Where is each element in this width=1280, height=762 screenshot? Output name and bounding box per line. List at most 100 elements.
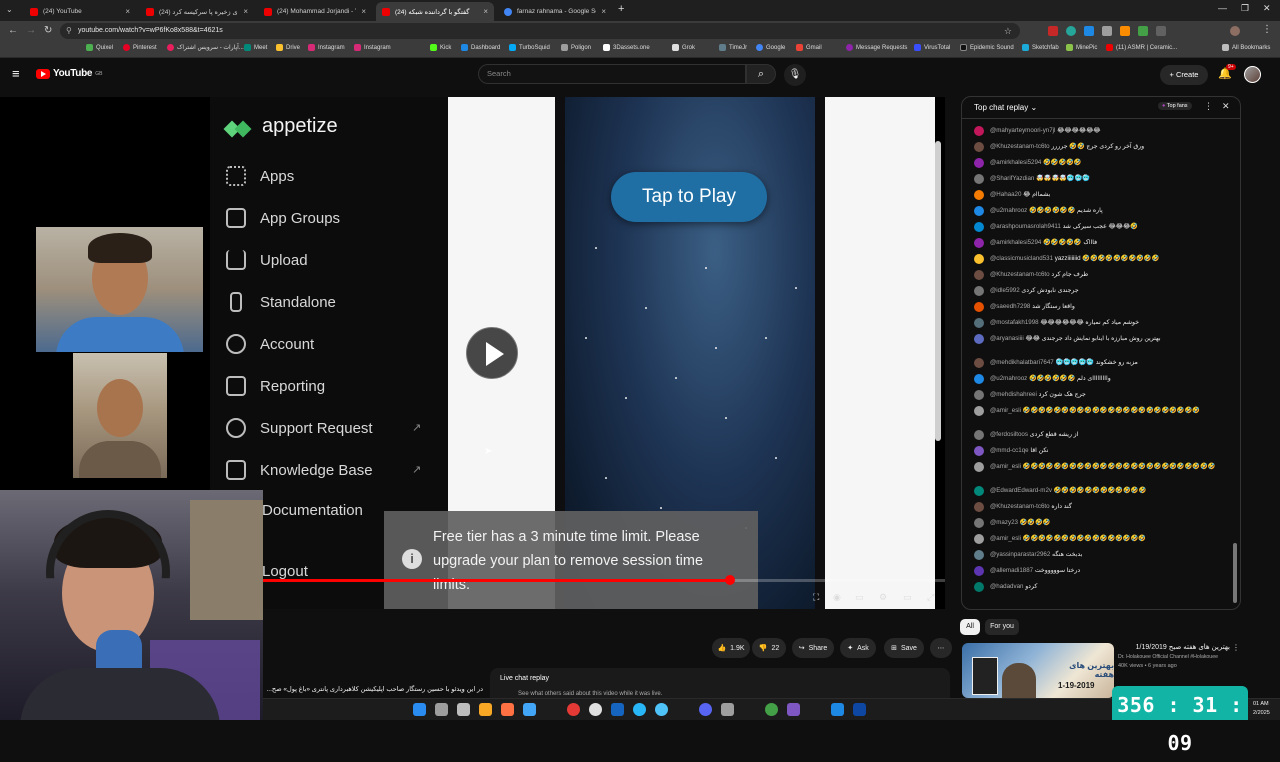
- bookmark-dashboard[interactable]: Dashboard: [461, 44, 500, 51]
- extension-red-icon[interactable]: [1048, 26, 1058, 36]
- extension-blue-icon[interactable]: [1084, 26, 1094, 36]
- chat-author[interactable]: @ferdosiltoos: [990, 431, 1030, 438]
- bookmark-meet[interactable]: Meet: [244, 44, 267, 51]
- chat-author[interactable]: @amir_esli: [990, 407, 1023, 414]
- bookmark-drive[interactable]: Drive: [276, 44, 300, 51]
- chapters-icon[interactable]: ⛶: [813, 592, 819, 603]
- voice-search-button[interactable]: 🎙: [784, 64, 806, 86]
- close-tab-icon[interactable]: ×: [483, 7, 488, 16]
- dislike-button[interactable]: 👎 22: [752, 638, 786, 658]
- save-button[interactable]: ⊞ Save: [884, 638, 924, 658]
- chat-avatar[interactable]: [974, 565, 984, 576]
- reload-icon[interactable]: ↻: [44, 25, 52, 36]
- filter-chip-all[interactable]: All: [960, 619, 980, 635]
- appetize-menu-logout[interactable]: Logout: [262, 563, 308, 580]
- close-window-icon[interactable]: ✕: [1263, 3, 1271, 14]
- chat-author[interactable]: @aryanasiiii: [990, 335, 1026, 342]
- chat-more-icon[interactable]: ⋮: [1204, 101, 1213, 112]
- chat-author[interactable]: @mazy23: [990, 519, 1020, 526]
- appetize-menu-knowledge-base[interactable]: Knowledge Base: [226, 460, 373, 480]
- bookmark-instagram-1[interactable]: Instagram: [308, 44, 345, 51]
- chat-avatar[interactable]: [974, 205, 984, 216]
- task-view-icon[interactable]: [435, 703, 448, 716]
- chat-author[interactable]: @amir_esli: [990, 463, 1023, 470]
- subtitles-icon[interactable]: ▭: [855, 592, 864, 603]
- file-explorer-icon[interactable]: [479, 703, 492, 716]
- chat-avatar[interactable]: [974, 429, 984, 440]
- xbox-icon[interactable]: [765, 703, 778, 716]
- close-tab-icon[interactable]: ×: [125, 7, 130, 16]
- recommended-video-thumbnail[interactable]: بهترین های هفته 1-19-2019: [962, 643, 1114, 698]
- chat-avatar[interactable]: [974, 269, 984, 280]
- chat-avatar[interactable]: [974, 445, 984, 456]
- start-windows-icon[interactable]: [413, 703, 426, 716]
- youtube-logo[interactable]: YouTube GB: [36, 68, 102, 79]
- address-bar[interactable]: ⚲ youtube.com/watch?v=wP6fKo8x588&t=4621…: [60, 23, 1020, 39]
- widgets-icon[interactable]: [457, 703, 470, 716]
- chat-avatar[interactable]: [974, 461, 984, 472]
- chat-avatar[interactable]: [974, 533, 984, 544]
- chat-avatar[interactable]: [974, 301, 984, 312]
- bookmark-pinterest[interactable]: Pinterest: [123, 44, 157, 51]
- extensions-puzzle-icon[interactable]: [1156, 26, 1166, 36]
- appetize-menu-upload[interactable]: Upload: [226, 250, 308, 270]
- top-fans-button[interactable]: ● Top fans: [1158, 102, 1192, 110]
- settings-gear-icon[interactable]: ⚙: [879, 592, 887, 603]
- minimize-window-icon[interactable]: —: [1218, 3, 1227, 13]
- site-info-icon[interactable]: ⚲: [66, 23, 72, 39]
- chat-author[interactable]: @arashpoumasrolah9411: [990, 223, 1063, 230]
- chat-avatar[interactable]: [974, 501, 984, 512]
- chat-avatar[interactable]: [974, 549, 984, 560]
- filter-chip-for-you[interactable]: For you: [985, 619, 1019, 635]
- chat-author[interactable]: @mmd-cc1qe: [990, 447, 1030, 454]
- chat-author[interactable]: @idle5992: [990, 287, 1021, 294]
- chat-author[interactable]: @hadadvan: [990, 583, 1025, 590]
- video-play-button[interactable]: [466, 327, 518, 379]
- taskbar-clock-time[interactable]: 01 AM: [1253, 701, 1269, 707]
- app-r-icon[interactable]: [787, 703, 800, 716]
- chat-author[interactable]: @amirkhalesi5294: [990, 239, 1043, 246]
- bookmark-minepic[interactable]: MinePic: [1066, 44, 1097, 51]
- chat-scrollbar[interactable]: [1233, 123, 1237, 603]
- chat-avatar[interactable]: [974, 373, 984, 384]
- appetize-menu-documentation[interactable]: Documentation: [262, 502, 363, 519]
- bookmark-virustotal[interactable]: VirusTotal: [914, 44, 950, 51]
- steam-icon[interactable]: [611, 703, 624, 716]
- chat-author[interactable]: @u2mahrooz: [990, 375, 1029, 382]
- more-actions-button[interactable]: ⋯: [930, 638, 952, 658]
- chat-mode-dropdown[interactable]: Top chat replay ⌄: [974, 103, 1037, 112]
- chat-avatar[interactable]: [974, 389, 984, 400]
- close-tab-icon[interactable]: ×: [243, 7, 248, 16]
- appetize-menu-apps[interactable]: Apps: [226, 166, 294, 186]
- create-button[interactable]: + Create: [1160, 65, 1208, 85]
- chat-author[interactable]: @u2mahrooz: [990, 207, 1029, 214]
- extension-teal-icon[interactable]: [1066, 26, 1076, 36]
- video-progress-bar[interactable]: [263, 575, 945, 585]
- appetize-menu-support-request[interactable]: Support Request: [226, 418, 373, 438]
- extension-grey-icon[interactable]: [1102, 26, 1112, 36]
- settings-app-icon[interactable]: [721, 703, 734, 716]
- extension-green-icon[interactable]: [1138, 26, 1148, 36]
- chat-author[interactable]: @mehdikhalatbari7647: [990, 359, 1055, 366]
- wordpress-icon[interactable]: [589, 703, 602, 716]
- fullscreen-icon[interactable]: ⤢: [927, 592, 934, 603]
- appetize-menu-account[interactable]: Account: [226, 334, 314, 354]
- chat-avatar[interactable]: [974, 285, 984, 296]
- chat-scroll-thumb[interactable]: [1233, 543, 1237, 603]
- chat-avatar[interactable]: [974, 221, 984, 232]
- browser-tab-5[interactable]: farnaz rahnama - Google Search ×: [498, 2, 612, 21]
- chat-avatar[interactable]: [974, 173, 984, 184]
- chat-avatar[interactable]: [974, 157, 984, 168]
- back-arrow-icon[interactable]: ←: [8, 25, 18, 36]
- chat-author[interactable]: @EdwardEdward-m2v: [990, 487, 1054, 494]
- bookmark-asmr[interactable]: (11) ASMR | Ceramic...: [1106, 44, 1177, 51]
- discord-icon[interactable]: [699, 703, 712, 716]
- browser-tab-2[interactable]: (24) شقهای زخیره پا سرکیسه کرد... ×: [140, 2, 254, 21]
- chat-author[interactable]: @mahyarteymoori-yn7jl: [990, 127, 1057, 134]
- search-app-icon[interactable]: [501, 703, 514, 716]
- chat-author[interactable]: @Khuzestanam-tc6to: [990, 503, 1051, 510]
- share-button[interactable]: ↪ Share: [792, 638, 834, 658]
- chat-author[interactable]: @mostafakh1998: [990, 319, 1040, 326]
- chat-author[interactable]: @amirkhalesi5294: [990, 159, 1043, 166]
- forward-arrow-icon[interactable]: →: [26, 25, 36, 36]
